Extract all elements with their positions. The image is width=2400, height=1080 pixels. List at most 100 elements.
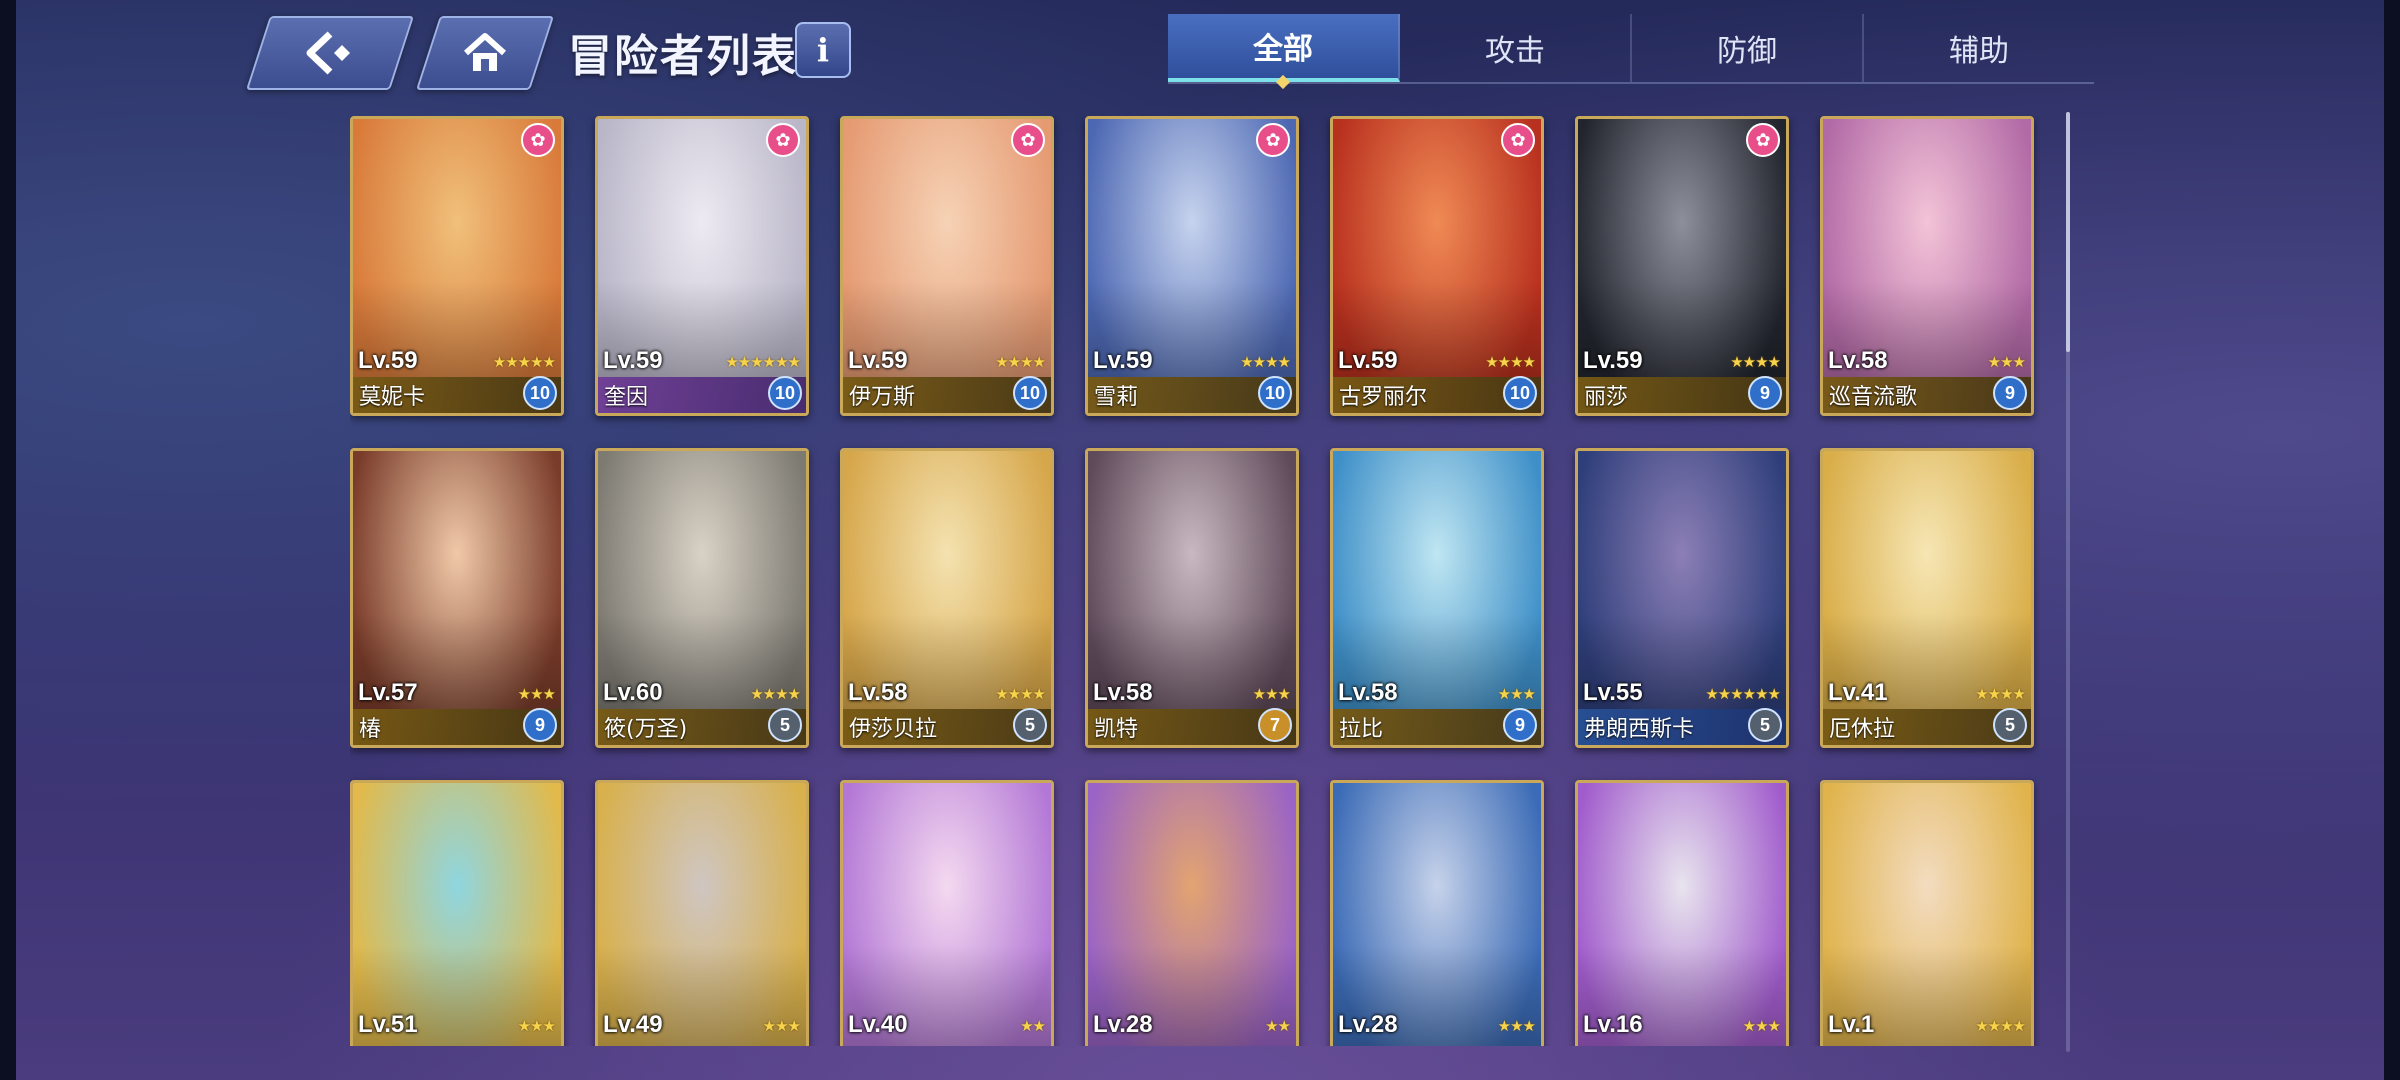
adventurer-card[interactable]: Lv.51 ★★★: [350, 780, 564, 1046]
star-rating: ★★★: [1497, 685, 1536, 703]
character-name: 伊莎贝拉: [849, 717, 938, 742]
character-name: 筱(万圣): [604, 717, 688, 742]
character-name: 莫妮卡: [359, 385, 426, 410]
level-label: Lv.57: [358, 679, 418, 706]
paw-icon: ✿: [766, 123, 800, 157]
back-arrow-icon: [300, 30, 360, 76]
character-name: 弗朗西斯卡: [1584, 717, 1695, 742]
level-label: Lv.60: [603, 679, 663, 706]
character-portrait: [1823, 783, 2031, 1046]
adventurer-card[interactable]: ✿ Lv.59 ★★★★ 雪莉 10: [1085, 116, 1299, 416]
level-label: Lv.59: [1338, 347, 1398, 374]
home-button[interactable]: [415, 16, 555, 90]
character-name: 丽莎: [1584, 385, 1629, 410]
adventurer-card[interactable]: Lv.41 ★★★★ 厄休拉 5: [1820, 448, 2034, 748]
star-rating: ★★★★★: [492, 353, 556, 371]
star-rating: ★★★★★★: [725, 353, 801, 371]
rank-badge: 9: [1503, 708, 1537, 742]
level-label: Lv.58: [1338, 679, 1398, 706]
rank-badge: 10: [1013, 376, 1047, 410]
adventurer-card[interactable]: Lv.58 ★★★ 凯特 7: [1085, 448, 1299, 748]
character-name: 拉比: [1339, 717, 1384, 742]
level-label: Lv.55: [1583, 679, 1643, 706]
level-label: Lv.49: [603, 1011, 663, 1038]
character-portrait: [353, 783, 561, 1046]
rank-badge: 9: [1748, 376, 1782, 410]
star-rating: ★★★★: [995, 353, 1046, 371]
level-label: Lv.1: [1828, 1011, 1875, 1038]
adventurer-card[interactable]: Lv.55 ★★★★★★ 弗朗西斯卡 5: [1575, 448, 1789, 748]
character-name: 奎因: [604, 385, 649, 410]
level-label: Lv.59: [1093, 347, 1153, 374]
rank-badge: 10: [768, 376, 802, 410]
star-rating: ★★★★★★: [1705, 685, 1781, 703]
adventurer-card[interactable]: Lv.49 ★★★: [595, 780, 809, 1046]
character-portrait: [598, 783, 806, 1046]
adventurer-card[interactable]: Lv.60 ★★★★ 筱(万圣) 5: [595, 448, 809, 748]
level-label: Lv.58: [848, 679, 908, 706]
level-label: Lv.28: [1093, 1011, 1153, 1038]
adventurer-card[interactable]: ✿ Lv.59 ★★★★★ 莫妮卡 10: [350, 116, 564, 416]
character-name: 巡音流歌: [1829, 385, 1918, 410]
paw-icon: ✿: [1256, 123, 1290, 157]
character-portrait: [1578, 783, 1786, 1046]
character-name: 厄休拉: [1829, 717, 1896, 742]
info-button[interactable]: i: [795, 22, 851, 78]
adventurer-card[interactable]: Lv.58 ★★★ 巡音流歌 9: [1820, 116, 2034, 416]
character-portrait: [1088, 783, 1296, 1046]
rank-badge: 5: [768, 708, 802, 742]
star-rating: ★★★: [1497, 1017, 1536, 1035]
star-rating: ★★★★: [995, 685, 1046, 703]
paw-icon: ✿: [521, 123, 555, 157]
level-label: Lv.28: [1338, 1011, 1398, 1038]
back-button[interactable]: [245, 16, 415, 90]
character-name: 椿: [359, 717, 382, 742]
star-rating: ★★★★: [1485, 353, 1536, 371]
rank-badge: 7: [1258, 708, 1292, 742]
adventurer-card[interactable]: Lv.1 ★★★★: [1820, 780, 2034, 1046]
character-name: 雪莉: [1094, 385, 1139, 410]
adventurer-card[interactable]: Lv.40 ★★: [840, 780, 1054, 1046]
adventurer-card[interactable]: Lv.28 ★★: [1085, 780, 1299, 1046]
star-rating: ★★★: [762, 1017, 801, 1035]
star-rating: ★★★: [1742, 1017, 1781, 1035]
level-label: Lv.58: [1093, 679, 1153, 706]
level-label: Lv.59: [1583, 347, 1643, 374]
left-edge: [0, 0, 16, 1080]
rank-badge: 10: [1258, 376, 1292, 410]
rank-badge: 10: [523, 376, 557, 410]
adventurer-card[interactable]: ✿ Lv.59 ★★★★★★ 奎因 10: [595, 116, 809, 416]
adventurer-card[interactable]: Lv.16 ★★★: [1575, 780, 1789, 1046]
home-icon: [462, 32, 508, 74]
paw-icon: ✿: [1011, 123, 1045, 157]
paw-icon: ✿: [1746, 123, 1780, 157]
scrollbar[interactable]: [2066, 112, 2070, 1052]
adventurer-card[interactable]: ✿ Lv.59 ★★★★ 古罗丽尔 10: [1330, 116, 1544, 416]
adventurer-card[interactable]: Lv.57 ★★★ 椿 9: [350, 448, 564, 748]
adventurer-card[interactable]: Lv.28 ★★★: [1330, 780, 1544, 1046]
adventurer-card[interactable]: Lv.58 ★★★ 拉比 9: [1330, 448, 1544, 748]
level-label: Lv.51: [358, 1011, 418, 1038]
active-tab-indicator: [1275, 74, 1291, 90]
rank-badge: 5: [1993, 708, 2027, 742]
adventurer-card[interactable]: ✿ Lv.59 ★★★★ 伊万斯 10: [840, 116, 1054, 416]
star-rating: ★★: [1265, 1017, 1291, 1035]
rank-badge: 10: [1503, 376, 1537, 410]
tab-attack[interactable]: 攻击: [1400, 14, 1632, 82]
star-rating: ★★★★: [1975, 1017, 2026, 1035]
paw-icon: ✿: [1501, 123, 1535, 157]
tab-all[interactable]: 全部: [1168, 14, 1400, 90]
adventurer-card[interactable]: Lv.58 ★★★★ 伊莎贝拉 5: [840, 448, 1054, 748]
star-rating: ★★★: [517, 685, 556, 703]
adventurer-card[interactable]: ✿ Lv.59 ★★★★ 丽莎 9: [1575, 116, 1789, 416]
rank-badge: 9: [523, 708, 557, 742]
character-portrait: [1333, 783, 1541, 1046]
filter-tabs: 全部 攻击 防御 辅助: [1168, 14, 2094, 90]
info-icon: i: [816, 31, 830, 69]
character-name: 古罗丽尔: [1339, 385, 1428, 410]
tab-defense[interactable]: 防御: [1632, 14, 1864, 82]
scroll-thumb[interactable]: [2066, 112, 2070, 352]
level-label: Lv.16: [1583, 1011, 1643, 1038]
level-label: Lv.59: [358, 347, 418, 374]
tab-support[interactable]: 辅助: [1864, 14, 2094, 82]
